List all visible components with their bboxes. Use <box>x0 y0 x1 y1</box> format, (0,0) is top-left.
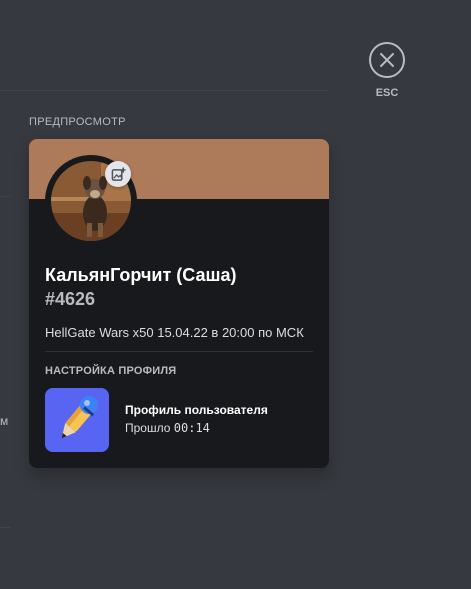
elapsed-time: 00:14 <box>173 421 210 435</box>
avatar-edit-button[interactable] <box>105 161 131 187</box>
close-icon <box>380 53 394 67</box>
activity-icon <box>45 388 109 452</box>
divider-top <box>0 90 328 91</box>
custom-status: HellGate Wars x50 15.04.22 в 20:00 по МС… <box>45 325 304 340</box>
name-block: КальянГорчит (Саша) #4626 <box>45 263 237 311</box>
activity-elapsed: Прошло 00:14 <box>125 418 268 438</box>
profile-preview-card: КальянГорчит (Саша) #4626 HellGate Wars … <box>29 139 329 468</box>
esc-label: ESC <box>375 87 399 99</box>
elapsed-prefix: Прошло <box>125 421 171 435</box>
discriminator: #4626 <box>45 289 96 309</box>
close-button[interactable] <box>369 42 405 78</box>
card-divider <box>45 351 313 352</box>
activity-name: Профиль пользователя <box>125 403 268 417</box>
username: КальянГорчит (Саша) <box>45 265 237 285</box>
divider-left-1 <box>0 196 10 197</box>
activity-row: Профиль пользователя Прошло 00:14 <box>45 388 268 452</box>
edge-text: м <box>0 414 9 428</box>
divider-left-2 <box>0 527 10 528</box>
preview-label: ПРЕДПРОСМОТР <box>29 116 126 128</box>
activity-section-title: НАСТРОЙКА ПРОФИЛЯ <box>45 365 177 377</box>
activity-text: Профиль пользователя Прошло 00:14 <box>125 402 268 438</box>
close-control[interactable]: ESC <box>369 42 405 99</box>
image-add-icon <box>111 166 126 181</box>
pencil-brush-icon <box>45 388 109 452</box>
